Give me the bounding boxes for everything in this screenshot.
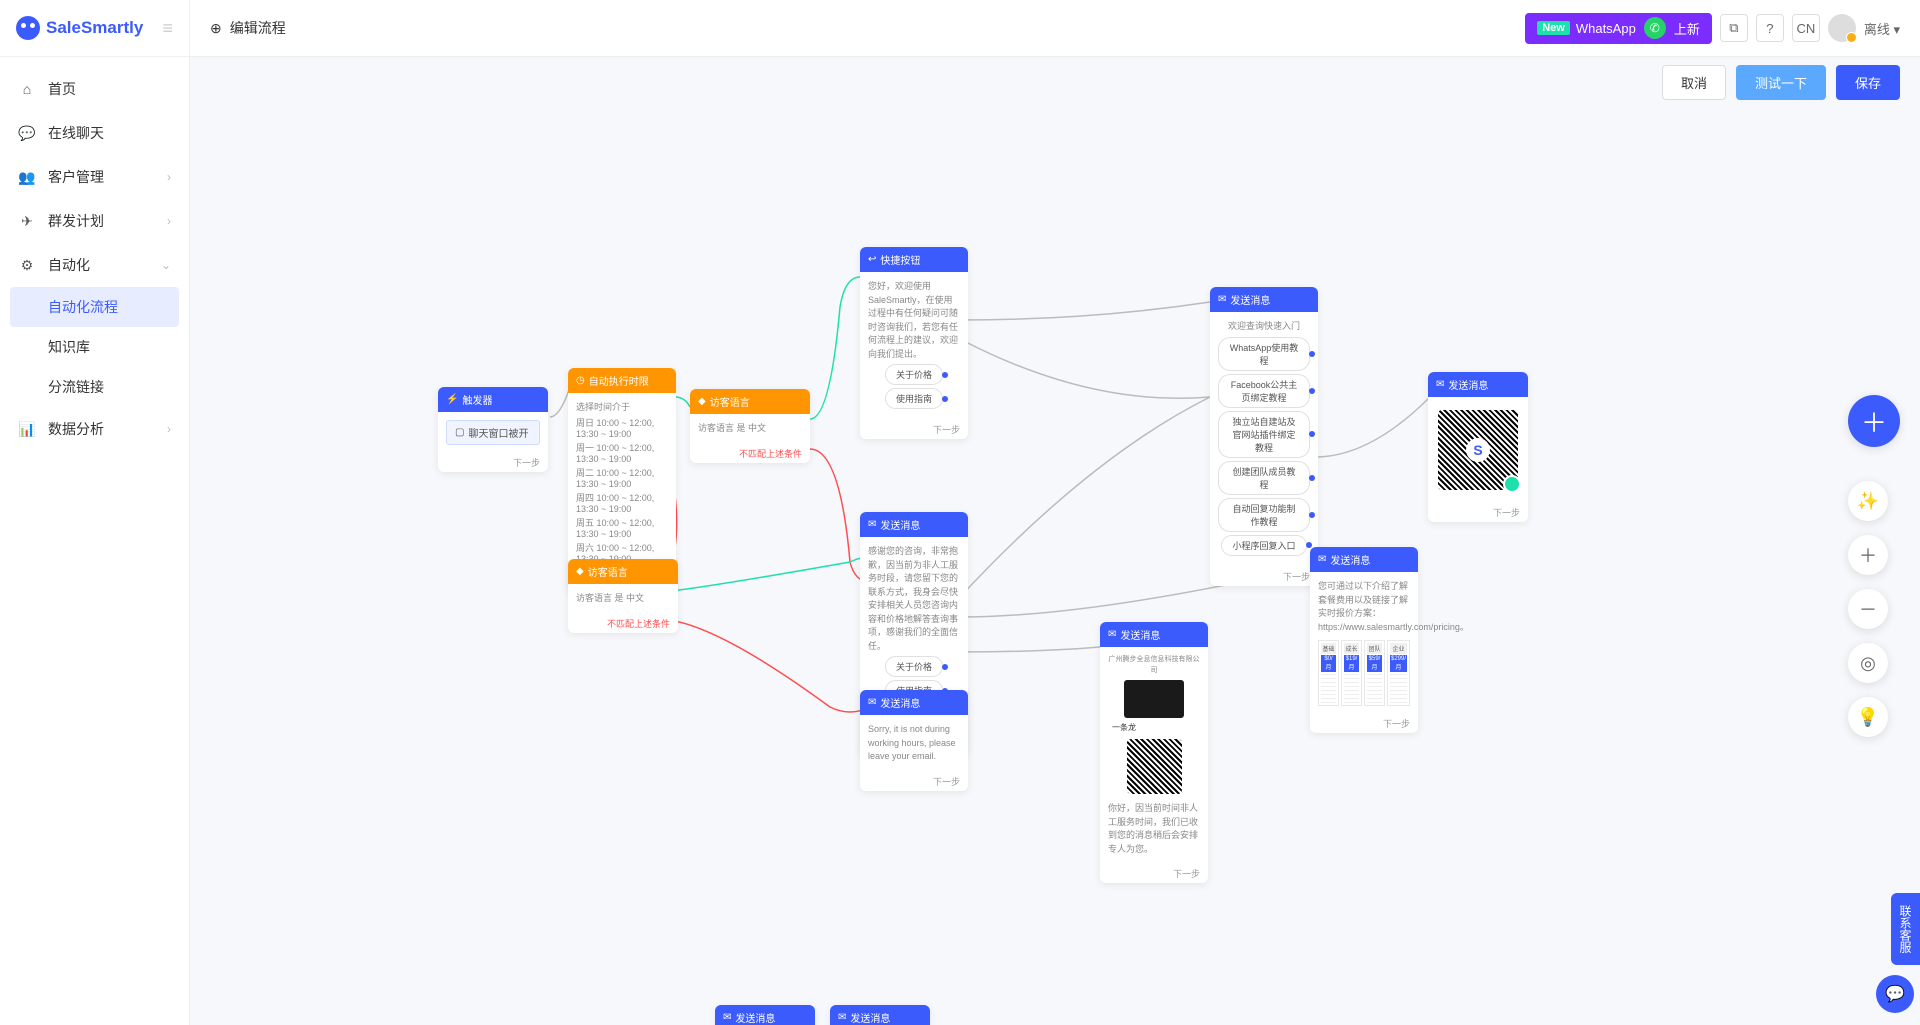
chevron-down-icon: ⌄ bbox=[161, 258, 171, 272]
nav-auto-flow[interactable]: 自动化流程 bbox=[10, 287, 179, 327]
nav-analytics-label: 数据分析 bbox=[48, 419, 104, 439]
tutorial-autoreply[interactable]: 自动回复功能制作教程 bbox=[1218, 498, 1310, 532]
node-next-step: 下一步 bbox=[438, 453, 548, 472]
action-bar: 取消 测试一下 保存 bbox=[190, 57, 1920, 107]
test-button[interactable]: 测试一下 bbox=[1736, 65, 1826, 100]
nav-chat[interactable]: 💬 在线聊天 bbox=[0, 111, 189, 155]
nav-home[interactable]: ⌂ 首页 bbox=[0, 67, 189, 111]
chevron-right-icon: › bbox=[167, 214, 171, 228]
node-send-message-card[interactable]: ✉ 发送消息 广州腾步全息信息科技有限公司 一条龙 你好，因当前时间非人工服务时… bbox=[1100, 622, 1208, 883]
whatsapp-icon: ✆ bbox=[1644, 17, 1666, 39]
cn-option-price[interactable]: 关于价格 bbox=[885, 656, 943, 677]
node-lang1-header: ◆ 访客语言 bbox=[690, 389, 810, 414]
main-area: ⊕ 编辑流程 New WhatsApp ✆ 上新 ⧉ ? CN 离线 ▾ 取消 … bbox=[190, 0, 1920, 1025]
user-avatar[interactable] bbox=[1828, 14, 1856, 42]
nav-automation[interactable]: ⚙ 自动化 ⌄ bbox=[0, 243, 189, 287]
topbar: ⊕ 编辑流程 New WhatsApp ✆ 上新 ⧉ ? CN 离线 ▾ bbox=[190, 0, 1920, 57]
miniapp-qr-code: S bbox=[1438, 410, 1518, 490]
save-button[interactable]: 保存 bbox=[1836, 65, 1900, 100]
brand-name: SaleSmartly bbox=[46, 18, 143, 38]
pricing-table: 基础$0/月 成长$19/月 团队$59/月 企业$299/月 bbox=[1318, 640, 1410, 706]
brand-logo-icon bbox=[16, 16, 40, 40]
contact-support-tab[interactable]: 联系客服 bbox=[1891, 893, 1920, 965]
node-schedule-header: ◷ 自动执行时限 bbox=[568, 368, 676, 393]
node-quick-buttons[interactable]: ↩ 快捷按钮 您好，欢迎使用SaleSmartly，在使用过程中有任何疑问可随时… bbox=[860, 247, 968, 439]
node-send-message-list[interactable]: ✉ 发送消息 欢迎查询快速入门 WhatsApp使用教程 Facebook公共主… bbox=[1210, 287, 1318, 586]
tutorial-team[interactable]: 创建团队成员教程 bbox=[1218, 461, 1310, 495]
user-status[interactable]: 离线 ▾ bbox=[1864, 19, 1900, 38]
nav-knowledge[interactable]: 知识库 bbox=[0, 327, 189, 367]
users-icon: 👥 bbox=[18, 168, 36, 186]
node-visitor-lang-1[interactable]: ◆ 访客语言 访客语言 是 中文 不匹配上述条件 bbox=[690, 389, 810, 463]
nav-home-label: 首页 bbox=[48, 79, 76, 99]
whatsapp-label: WhatsApp bbox=[1576, 21, 1636, 36]
qr-logo-icon: S bbox=[1466, 438, 1490, 462]
launch-label: 上新 bbox=[1674, 19, 1700, 38]
business-card-image bbox=[1124, 680, 1184, 718]
node-lang2-header: ◆ 访客语言 bbox=[568, 559, 678, 584]
nav-split-link[interactable]: 分流链接 bbox=[0, 367, 189, 407]
automation-icon: ⚙ bbox=[18, 256, 36, 274]
chart-icon: 📊 bbox=[18, 420, 36, 438]
help-icon[interactable]: ? bbox=[1756, 14, 1784, 42]
nav-customer[interactable]: 👥 客户管理 › bbox=[0, 155, 189, 199]
node-visitor-lang-2[interactable]: ◆ 访客语言 访客语言 是 中文 不匹配上述条件 bbox=[568, 559, 678, 633]
nav-chat-label: 在线聊天 bbox=[48, 123, 104, 143]
send-icon: ✈ bbox=[18, 212, 36, 230]
tutorial-facebook[interactable]: Facebook公共主页绑定教程 bbox=[1218, 374, 1310, 408]
whatsapp-promo-badge[interactable]: New WhatsApp ✆ 上新 bbox=[1525, 13, 1712, 44]
page-title: ⊕ 编辑流程 bbox=[210, 18, 286, 38]
node-quick-header: ↩ 快捷按钮 bbox=[860, 247, 968, 272]
node-trigger-header: ⚡ 触发器 bbox=[438, 387, 548, 412]
zoom-in-button[interactable]: ＋ bbox=[1848, 535, 1888, 575]
nav-automation-label: 自动化 bbox=[48, 255, 90, 275]
tutorial-miniapp[interactable]: 小程序回复入口 bbox=[1221, 535, 1306, 556]
home-icon: ⌂ bbox=[18, 80, 36, 98]
node-send-message-bottom-2[interactable]: ✉ 发送消息 bbox=[830, 1005, 930, 1025]
nav-broadcast[interactable]: ✈ 群发计划 › bbox=[0, 199, 189, 243]
node-trigger[interactable]: ⚡ 触发器 ▢ 聊天窗口被开 下一步 bbox=[438, 387, 548, 472]
language-switch[interactable]: CN bbox=[1792, 14, 1820, 42]
cancel-button[interactable]: 取消 bbox=[1662, 65, 1726, 100]
node-send-message-qr[interactable]: ✉ 发送消息 S 下一步 bbox=[1428, 372, 1528, 522]
tutorial-whatsapp[interactable]: WhatsApp使用教程 bbox=[1218, 337, 1310, 371]
hint-button[interactable]: 💡 bbox=[1848, 697, 1888, 737]
support-chat-button[interactable]: 💬 bbox=[1876, 975, 1914, 1013]
logo-area: SaleSmartly ≡ bbox=[0, 0, 189, 57]
canvas-controls: ＋ ✨ ＋ － ◎ 💡 bbox=[1848, 395, 1900, 737]
node-schedule[interactable]: ◷ 自动执行时限 选择时间介于 周日 10:00 ~ 12:00, 13:30 … bbox=[568, 368, 676, 592]
quick-option-price[interactable]: 关于价格 bbox=[885, 364, 943, 385]
sidebar-collapse-button[interactable]: ≡ bbox=[162, 18, 173, 39]
chat-icon: 💬 bbox=[18, 124, 36, 142]
schedule-intro: 选择时间介于 bbox=[576, 401, 668, 415]
tutorial-site[interactable]: 独立站自建站及官网站插件绑定教程 bbox=[1218, 411, 1310, 458]
devices-icon[interactable]: ⧉ bbox=[1720, 14, 1748, 42]
flow-canvas[interactable]: ⚡ 触发器 ▢ 聊天窗口被开 下一步 ◷ 自动执行时限 选择时间介于 周日 10… bbox=[190, 107, 1920, 1025]
nav-analytics[interactable]: 📊 数据分析 › bbox=[0, 407, 189, 451]
add-node-button[interactable]: ＋ bbox=[1848, 395, 1900, 447]
new-tag: New bbox=[1537, 21, 1570, 35]
flow-edges bbox=[190, 107, 1920, 1025]
node-send-message-pricing[interactable]: ✉ 发送消息 您可通过以下介绍了解套餐费用以及链接了解实时报价方案：https:… bbox=[1310, 547, 1418, 733]
trigger-condition: ▢ 聊天窗口被开 bbox=[446, 420, 540, 445]
locate-button[interactable]: ◎ bbox=[1848, 643, 1888, 683]
sidebar: SaleSmartly ≡ ⌂ 首页 💬 在线聊天 👥 客户管理 › ✈ 群发计… bbox=[0, 0, 190, 1025]
node-send-message-bottom-1[interactable]: ✉ 发送消息 bbox=[715, 1005, 815, 1025]
chevron-right-icon: › bbox=[167, 170, 171, 184]
main-nav: ⌂ 首页 💬 在线聊天 👥 客户管理 › ✈ 群发计划 › ⚙ 自动化 ⌄ bbox=[0, 57, 189, 461]
nav-customer-label: 客户管理 bbox=[48, 167, 104, 187]
node-send-message-en[interactable]: ✉ 发送消息 Sorry, it is not during working h… bbox=[860, 690, 968, 791]
wecom-qr-code bbox=[1127, 739, 1182, 794]
zoom-out-button[interactable]: － bbox=[1848, 589, 1888, 629]
flow-icon: ⊕ bbox=[210, 20, 222, 37]
wechat-badge-icon bbox=[1503, 475, 1521, 493]
magic-wand-button[interactable]: ✨ bbox=[1848, 481, 1888, 521]
nav-broadcast-label: 群发计划 bbox=[48, 211, 104, 231]
quick-option-guide[interactable]: 使用指南 bbox=[885, 388, 943, 409]
chevron-right-icon: › bbox=[167, 422, 171, 436]
